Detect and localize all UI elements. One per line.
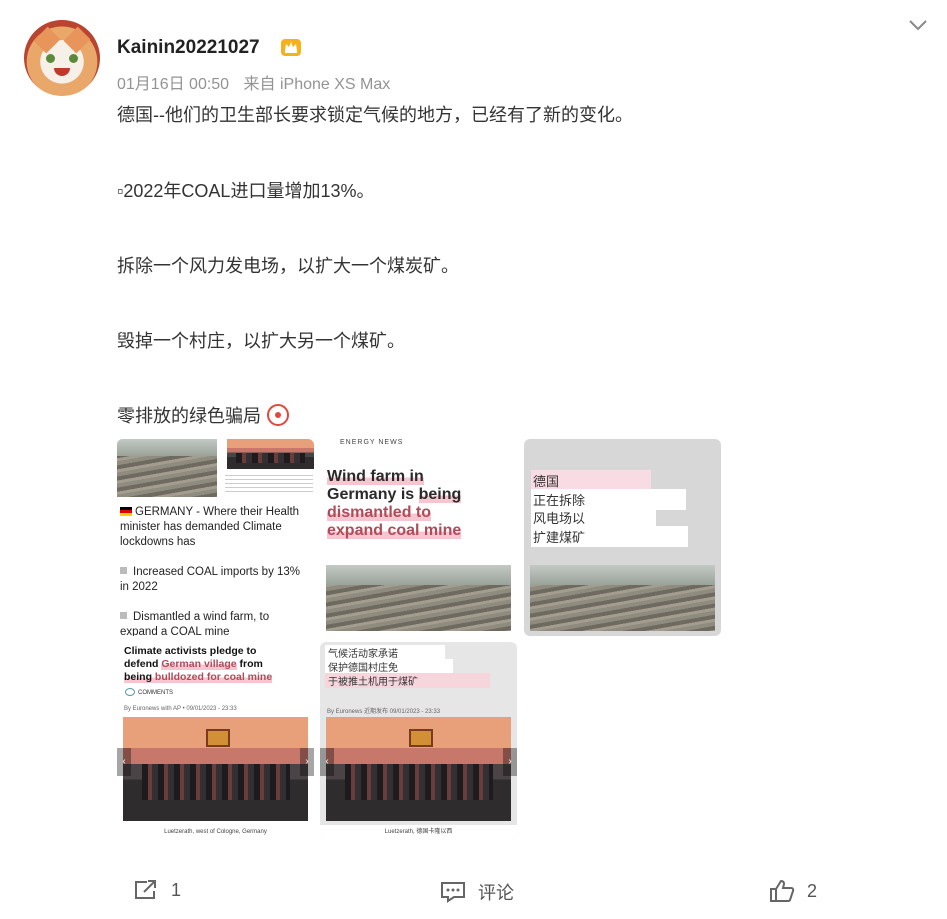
img5-caption: 于被推土机用于煤矿	[325, 673, 490, 688]
next-arrow-icon[interactable]: ›	[300, 748, 314, 776]
img3-caption: 德国	[531, 470, 651, 491]
byline: By Euronews with AP • 09/01/2023 - 23:33	[124, 706, 237, 712]
post-image-1[interactable]: GERMANY - Where their Health minister ha…	[117, 439, 314, 636]
crown-badge-icon[interactable]	[280, 37, 302, 57]
img1-text: lockdowns has	[120, 536, 196, 548]
avatar[interactable]	[24, 20, 100, 96]
byline: By Euronews 近期发布 09/01/2023 - 23:33	[327, 709, 441, 715]
share-icon	[135, 880, 156, 899]
prev-arrow-icon[interactable]: ‹	[117, 748, 131, 776]
img1-text: expand a COAL mine	[120, 626, 230, 636]
comment-icon	[441, 882, 465, 903]
username[interactable]: Kainin20221027	[117, 37, 260, 59]
comment-button[interactable]: 评论	[440, 879, 514, 905]
post-text-line: 德国--他们的卫生部长要求锁定气候的地方，已经有了新的变化。	[117, 105, 633, 125]
clown-emoji-icon	[267, 404, 289, 426]
next-arrow-icon[interactable]: ›	[503, 748, 517, 776]
post-image-3[interactable]: 德国 正在拆除 风电场以 扩建煤矿	[524, 439, 721, 636]
post-image-5[interactable]: 气候活动家承诺 保护德国村庄免 于被推土机用于煤矿 By Euronews 近期…	[320, 642, 517, 839]
post-text-line: 拆除一个风力发电场，以扩大一个煤炭矿。	[117, 256, 459, 276]
protest-photo	[326, 717, 511, 821]
share-button[interactable]: 1	[133, 879, 181, 901]
photo-caption: Luetzerath, 德国卡隆以西	[320, 825, 517, 839]
post-image-4[interactable]: Climate activists pledge to defend Germa…	[117, 642, 314, 839]
photo-thumbnail	[227, 439, 314, 469]
article-snippet	[225, 472, 313, 494]
coal-mine-photo	[117, 439, 217, 497]
germany-flag-icon	[120, 507, 132, 516]
prev-arrow-icon[interactable]: ‹	[320, 748, 334, 776]
img2-headline: Wind farm in Germany is being dismantled…	[327, 468, 462, 539]
energy-news-header: ENERGY NEWS	[340, 439, 404, 446]
comment-label: 评论	[478, 883, 514, 903]
post-source: 来自 iPhone XS Max	[243, 76, 391, 93]
coal-mine-photo	[530, 565, 715, 631]
post-text-line: 毁掉一个村庄，以扩大另一个煤矿。	[117, 331, 405, 351]
like-button[interactable]: 2	[769, 879, 817, 903]
share-count: 1	[171, 879, 182, 900]
action-bar: 1 评论 2	[0, 871, 947, 911]
img5-caption: 气候活动家承诺	[325, 645, 445, 660]
like-count: 2	[807, 880, 818, 901]
protest-photo	[123, 717, 308, 821]
post-meta: 01月16日 00:50 来自 iPhone XS Max	[117, 70, 400, 94]
photo-caption: Luetzerath, west of Cologne, Germany	[117, 825, 314, 839]
coal-mine-photo	[326, 565, 511, 631]
img1-text: Increased COAL imports by 13%	[133, 566, 301, 578]
img5-caption: 保护德国村庄免	[325, 659, 453, 674]
chevron-down-icon[interactable]	[907, 14, 929, 36]
post-image-2[interactable]: ENERGY NEWS Wind farm in Germany is bein…	[320, 439, 517, 636]
img1-text: Dismantled a wind farm, to	[133, 611, 270, 623]
post-text-line: 零排放的绿色骗局	[117, 402, 289, 428]
img1-text: minister has demanded Climate	[120, 521, 282, 533]
comments-link: COMMENTS	[125, 688, 173, 696]
img1-text: in 2022	[120, 581, 158, 593]
post-text-last: 零排放的绿色骗局	[117, 406, 261, 426]
img3-caption: 风电场以	[531, 507, 656, 528]
img1-text: GERMANY - Where their Health	[135, 506, 300, 518]
post-text-line: ▫2022年COAL进口量增加13%。	[117, 181, 375, 201]
post-date[interactable]: 01月16日 00:50	[117, 76, 229, 93]
thumbs-up-icon	[770, 879, 795, 902]
img4-headline: Climate activists pledge to defend Germa…	[124, 645, 273, 683]
img3-caption: 扩建煤矿	[531, 526, 688, 547]
